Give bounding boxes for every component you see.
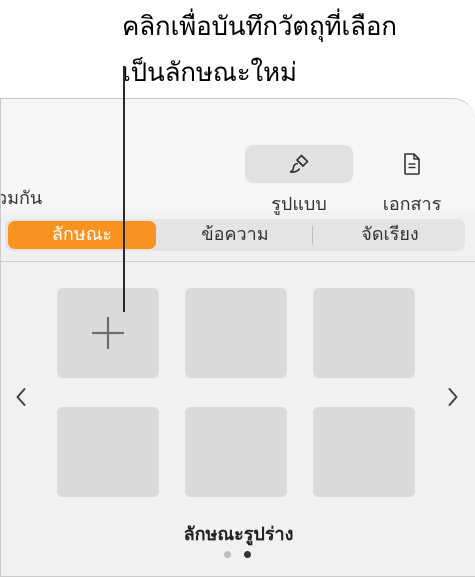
toolbar-item-partial[interactable]: วมกัน <box>1 183 42 212</box>
page-dot-1[interactable] <box>224 551 231 558</box>
format-button[interactable]: รูปแบบ <box>244 145 354 218</box>
document-icon <box>404 153 420 175</box>
style-tile[interactable] <box>313 407 415 497</box>
tab-text[interactable]: ข้อความ <box>160 219 310 251</box>
paintbrush-icon <box>289 154 309 173</box>
style-tile[interactable] <box>185 407 287 497</box>
style-section-title: ลักษณะรูปร่าง <box>183 524 294 545</box>
callout-annotation: คลิกเพื่อบันทึกวัตถุที่เลือก เป็นลักษณะใ… <box>122 4 452 96</box>
chevron-left-icon <box>16 388 26 406</box>
inspector-tabs: ลักษณะ ข้อความ จัดเรียง <box>5 219 465 251</box>
tab-arrange[interactable]: จัดเรียง <box>315 219 465 251</box>
inspector-toolbar: วมกัน รูปแบบ เอกสาร <box>1 99 475 215</box>
add-style-button[interactable] <box>57 288 159 378</box>
page-dot-2-current[interactable] <box>244 551 251 558</box>
previous-page-button[interactable] <box>11 384 31 410</box>
format-button-highlight <box>245 145 353 183</box>
section-divider <box>1 261 475 262</box>
style-tile[interactable] <box>185 288 287 378</box>
style-tile[interactable] <box>313 288 415 378</box>
next-page-button[interactable] <box>443 384 463 410</box>
callout-line-2: เป็นลักษณะใหม่ <box>122 58 297 88</box>
chevron-right-icon <box>448 388 458 406</box>
format-button-label: รูปแบบ <box>271 194 327 215</box>
callout-leader-line <box>123 66 125 312</box>
style-tile[interactable] <box>57 407 159 497</box>
document-button-icon-wrap <box>367 145 457 183</box>
document-button-label: เอกสาร <box>382 194 442 215</box>
tab-divider <box>312 226 313 244</box>
page-indicator[interactable] <box>221 551 261 561</box>
format-inspector-panel: วมกัน รูปแบบ เอกสาร ลักษณะ ข้อความ จัดเร… <box>0 98 475 577</box>
tab-style[interactable]: ลักษณะ <box>8 221 156 249</box>
document-button[interactable]: เอกสาร <box>367 145 457 218</box>
plus-icon <box>92 317 124 349</box>
callout-line-1: คลิกเพื่อบันทึกวัตถุที่เลือก <box>122 12 397 42</box>
